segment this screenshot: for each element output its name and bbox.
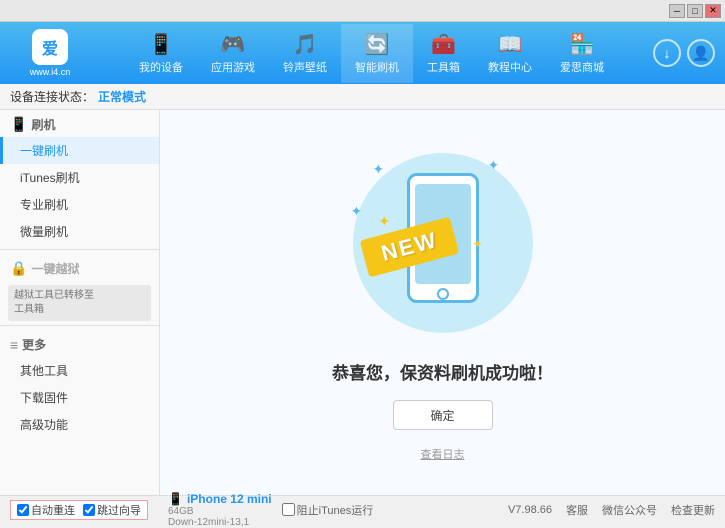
view-log-link[interactable]: 查看日志	[421, 446, 465, 462]
sidebar-item-micro-flash[interactable]: 微量刷机	[0, 218, 159, 245]
main-layout: 📱 刷机 一键刷机 iTunes刷机 专业刷机 微量刷机 🔒 一键越狱 越狱工具…	[0, 110, 725, 495]
nav-smart-flash[interactable]: 🔄 智能刷机	[341, 24, 413, 83]
sparkle-2: ✦	[488, 157, 500, 174]
wechat-link[interactable]: 微信公众号	[602, 502, 657, 518]
nav-ringtones[interactable]: 🎵 铃声壁纸	[269, 24, 341, 83]
nav-istore[interactable]: 🏪 爱思商城	[546, 24, 618, 83]
user-btn[interactable]: 👤	[687, 39, 715, 67]
status-value: 正常模式	[98, 88, 146, 105]
stop-itunes-checkbox[interactable]	[282, 503, 295, 516]
sidebar-section-more: ≡ 更多	[0, 330, 159, 357]
device-name: 📱 iPhone 12 mini	[168, 492, 272, 506]
nav-my-device[interactable]: 📱 我的设备	[125, 24, 197, 83]
sidebar-item-other-tools[interactable]: 其他工具	[0, 357, 159, 384]
bottom-bar: 自动重连 跳过向导 📱 iPhone 12 mini 64GB Down-12m…	[0, 495, 725, 523]
skip-guide-checkbox[interactable]: 跳过向导	[83, 502, 141, 518]
support-link[interactable]: 客服	[566, 502, 588, 518]
my-device-icon: 📱	[149, 32, 174, 57]
content-area: ✦ ✦ ✦ NEW ✦ ✦ 恭喜您，保资料刷机成功啦！ 确定 查看日志	[160, 110, 725, 495]
sidebar-item-download-firmware[interactable]: 下载固件	[0, 384, 159, 411]
new-star-right-icon: ✦	[473, 237, 483, 251]
sidebar: 📱 刷机 一键刷机 iTunes刷机 专业刷机 微量刷机 🔒 一键越狱 越狱工具…	[0, 110, 160, 495]
checkbox-group: 自动重连 跳过向导	[10, 500, 148, 520]
divider-1	[0, 249, 159, 250]
nav-apps-games[interactable]: 🎮 应用游戏	[197, 24, 269, 83]
device-storage: 64GB	[168, 506, 272, 517]
sidebar-item-itunes-flash[interactable]: iTunes刷机	[0, 164, 159, 191]
success-text: 恭喜您，保资料刷机成功啦！	[332, 359, 553, 384]
tutorial-icon: 📖	[498, 32, 523, 57]
nav-toolbox-label: 工具箱	[427, 59, 460, 75]
sidebar-section-flash: 📱 刷机	[0, 110, 159, 137]
toolbox-icon: 🧰	[431, 32, 456, 57]
flash-section-label: 刷机	[31, 116, 55, 133]
lock-icon: 🔒	[10, 260, 27, 277]
sidebar-item-advanced[interactable]: 高级功能	[0, 411, 159, 438]
flash-section-icon: 📱	[10, 116, 27, 133]
divider-2	[0, 325, 159, 326]
sidebar-item-one-click-flash[interactable]: 一键刷机	[0, 137, 159, 164]
nav-my-device-label: 我的设备	[139, 59, 183, 75]
jailbreak-note: 越狱工具已转移至 工具箱	[8, 285, 151, 321]
device-info: 📱 iPhone 12 mini 64GB Down-12mini-13,1	[168, 492, 272, 528]
check-update-link[interactable]: 检查更新	[671, 502, 715, 518]
nav-smart-flash-label: 智能刷机	[355, 59, 399, 75]
stop-itunes[interactable]: 阻止iTunes运行	[282, 502, 374, 518]
bottom-right: V7.98.66 客服 微信公众号 检查更新	[508, 502, 715, 518]
status-label: 设备连接状态：	[10, 88, 94, 105]
success-illustration: ✦ ✦ ✦ NEW ✦ ✦	[333, 143, 553, 343]
header-right: ↓ 👤	[653, 39, 715, 67]
logo-icon: 爱	[32, 29, 68, 65]
istore-icon: 🏪	[570, 32, 595, 57]
maximize-btn[interactable]: □	[687, 4, 703, 18]
skip-guide-input[interactable]	[83, 504, 95, 516]
device-model: Down-12mini-13,1	[168, 517, 272, 528]
nav-toolbox[interactable]: 🧰 工具箱	[413, 24, 474, 83]
title-bar: ─ □ ✕	[0, 0, 725, 22]
auto-restart-checkbox[interactable]: 自动重连	[17, 502, 75, 518]
nav-tutorial-label: 教程中心	[488, 59, 532, 75]
status-bar: 设备连接状态： 正常模式	[0, 84, 725, 110]
sidebar-section-jailbreak: 🔒 一键越狱	[0, 254, 159, 281]
window-controls: ─ □ ✕	[669, 4, 721, 18]
new-star-left-icon: ✦	[379, 213, 391, 230]
sidebar-item-pro-flash[interactable]: 专业刷机	[0, 191, 159, 218]
version-label: V7.98.66	[508, 504, 552, 516]
close-btn[interactable]: ✕	[705, 4, 721, 18]
sparkle-3: ✦	[351, 203, 363, 220]
apps-games-icon: 🎮	[221, 32, 246, 57]
download-btn[interactable]: ↓	[653, 39, 681, 67]
main-nav: 📱 我的设备 🎮 应用游戏 🎵 铃声壁纸 🔄 智能刷机 🧰 工具箱 📖 教程中心…	[90, 24, 653, 83]
more-section-icon: ≡	[10, 337, 18, 353]
auto-restart-input[interactable]	[17, 504, 29, 516]
device-phone-icon: 📱	[168, 492, 183, 506]
nav-apps-games-label: 应用游戏	[211, 59, 255, 75]
logo-url: www.i4.cn	[30, 67, 71, 77]
smart-flash-icon: 🔄	[365, 32, 390, 57]
jailbreak-section-label: 一键越狱	[31, 260, 79, 277]
nav-ringtones-label: 铃声壁纸	[283, 59, 327, 75]
phone-home-btn	[437, 288, 449, 300]
confirm-button[interactable]: 确定	[393, 400, 493, 430]
logo[interactable]: 爱 www.i4.cn	[10, 29, 90, 77]
header: 爱 www.i4.cn 📱 我的设备 🎮 应用游戏 🎵 铃声壁纸 🔄 智能刷机 …	[0, 22, 725, 84]
minimize-btn[interactable]: ─	[669, 4, 685, 18]
nav-istore-label: 爱思商城	[560, 59, 604, 75]
sparkle-1: ✦	[373, 161, 385, 178]
nav-tutorial[interactable]: 📖 教程中心	[474, 24, 546, 83]
ringtones-icon: 🎵	[293, 32, 318, 57]
more-section-label: 更多	[22, 336, 46, 353]
